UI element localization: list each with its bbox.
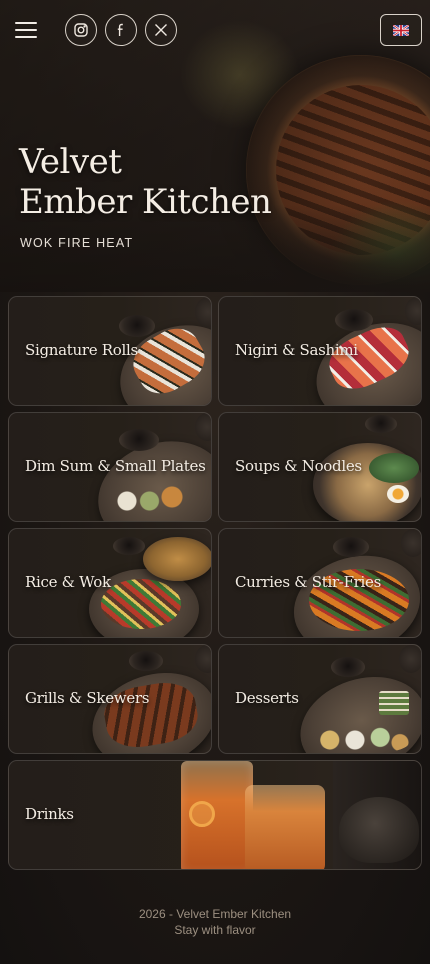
language-selector-button[interactable]: [380, 14, 422, 46]
restaurant-title: Velvet Ember Kitchen: [19, 142, 319, 222]
category-label: Rice & Wok: [25, 573, 111, 591]
footer: 2026 - Velvet Ember Kitchen Stay with fl…: [0, 906, 430, 938]
instagram-icon[interactable]: [65, 14, 97, 46]
top-bar: [0, 0, 430, 60]
category-tile-desserts[interactable]: Desserts: [218, 644, 422, 754]
hero-section: Velvet Ember Kitchen WOK FIRE HEAT: [0, 0, 430, 292]
title-line-2: Ember Kitchen: [19, 182, 272, 222]
category-tile-drinks[interactable]: Drinks: [8, 760, 422, 870]
category-tile-rice-wok[interactable]: Rice & Wok: [8, 528, 212, 638]
category-tile-signature-rolls[interactable]: Signature Rolls: [8, 296, 212, 406]
category-tile-nigiri-sashimi[interactable]: Nigiri & Sashimi: [218, 296, 422, 406]
facebook-icon[interactable]: [105, 14, 137, 46]
category-label: Dim Sum & Small Plates: [25, 457, 206, 475]
page: Velvet Ember Kitchen WOK FIRE HEAT Signa…: [0, 0, 430, 964]
category-tile-soups-noodles[interactable]: Soups & Noodles: [218, 412, 422, 522]
uk-flag-icon: [393, 24, 409, 36]
category-label: Desserts: [235, 689, 299, 707]
category-label: Drinks: [25, 805, 74, 823]
category-label: Curries & Stir-Fries: [235, 573, 382, 591]
category-label: Grills & Skewers: [25, 689, 150, 707]
footer-copyright: 2026 - Velvet Ember Kitchen: [138, 907, 292, 921]
title-line-1: Velvet: [19, 142, 122, 182]
category-label: Soups & Noodles: [235, 457, 362, 475]
x-icon[interactable]: [145, 14, 177, 46]
category-tile-dim-sum[interactable]: Dim Sum & Small Plates: [8, 412, 212, 522]
category-label: Signature Rolls: [25, 341, 138, 359]
hamburger-menu-icon[interactable]: [14, 18, 38, 42]
footer-tagline: Stay with flavor: [174, 923, 256, 937]
category-tile-grills-skewers[interactable]: Grills & Skewers: [8, 644, 212, 754]
hero-subtitle: WOK FIRE HEAT: [20, 236, 134, 250]
category-tile-curries-stir-fries[interactable]: Curries & Stir-Fries: [218, 528, 422, 638]
category-label: Nigiri & Sashimi: [235, 341, 358, 359]
